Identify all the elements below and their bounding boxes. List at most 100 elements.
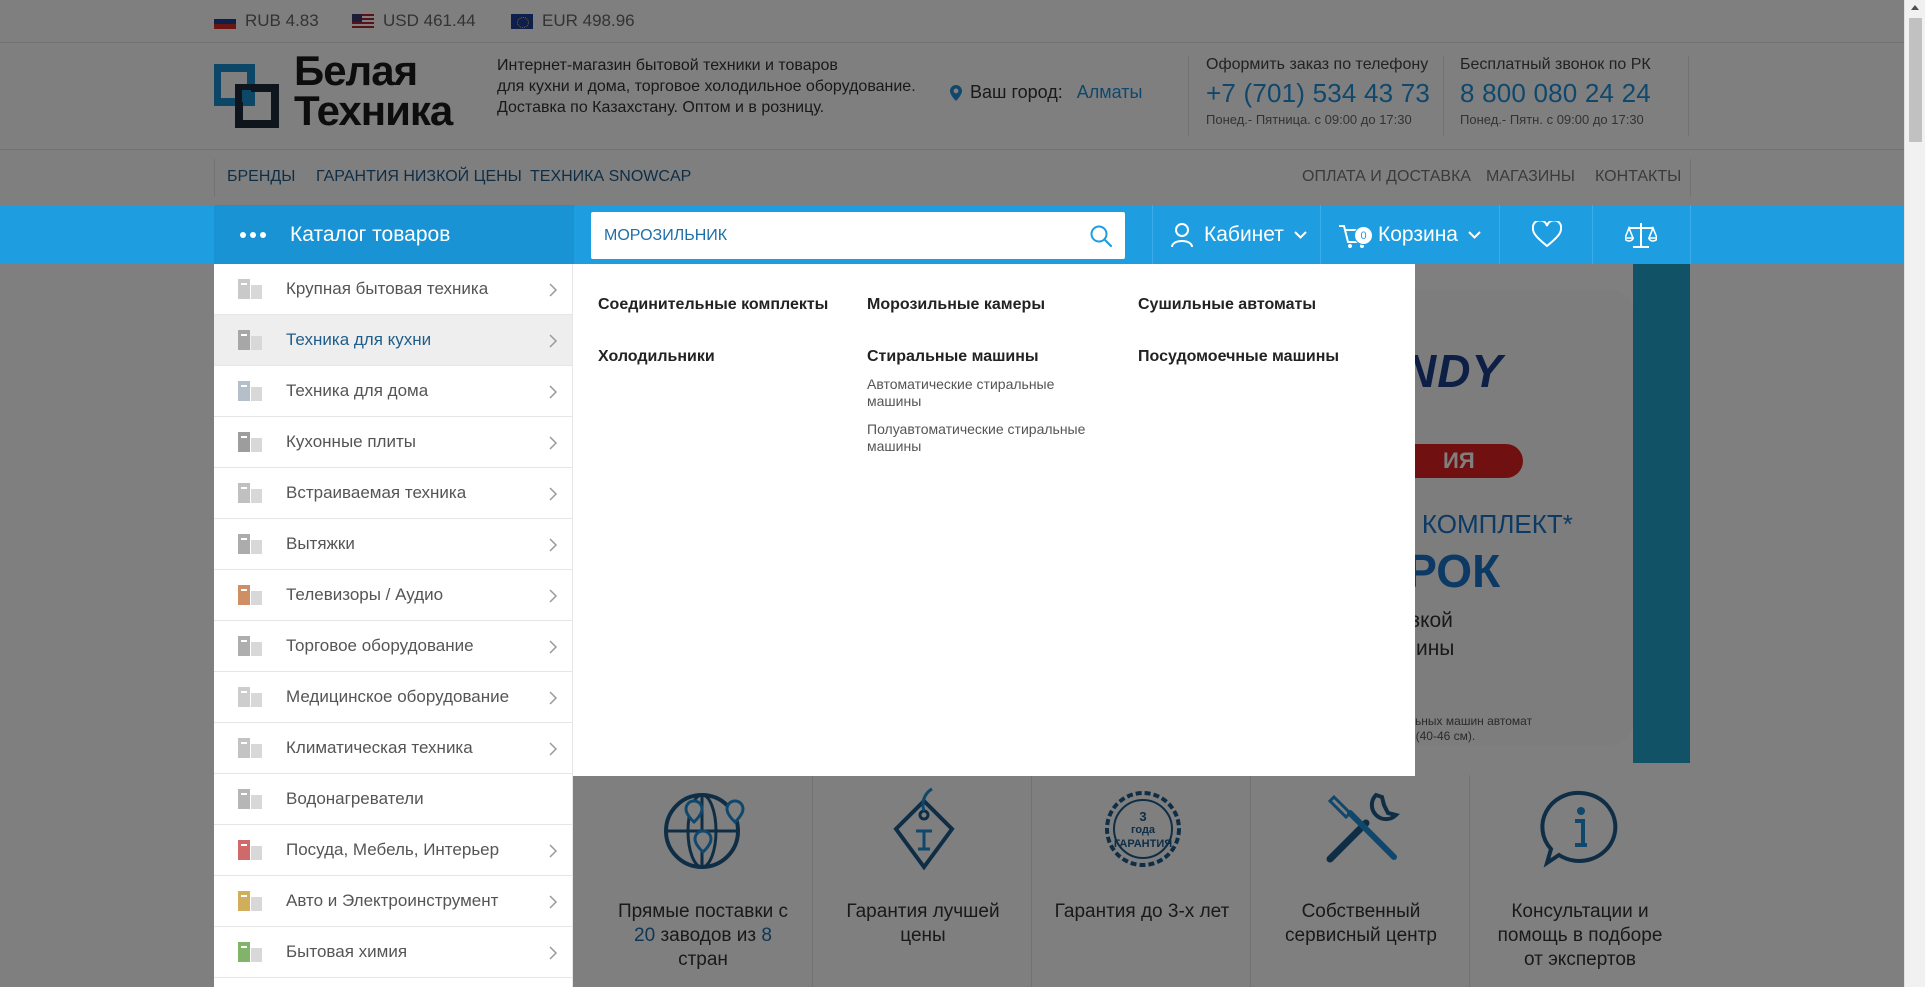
home-appliances-icon — [234, 377, 266, 405]
sidebar-item-label: Посуда, Мебель, Интерьер — [286, 840, 500, 859]
nav-snowcap[interactable]: Техника SNOWCAP — [530, 168, 691, 186]
cart-count-badge: 0 — [1354, 225, 1373, 245]
climate-icon — [234, 734, 266, 762]
cabinet-button[interactable]: Кабинет — [1170, 205, 1307, 264]
banner-brand: NDY — [1403, 345, 1504, 397]
feature-text-part: Прямые поставки с — [617, 901, 789, 922]
cart-icon-wrap: 0 — [1338, 220, 1373, 250]
logo-line1: Белая — [294, 47, 418, 94]
slogan-line2: для кухни и дома, торговое холодильное о… — [497, 78, 916, 95]
catalog-button[interactable]: Каталог товаров — [214, 205, 574, 264]
feature-direct-supply-text: Прямые поставки с 20 заводов из 8 стран — [613, 900, 793, 972]
dropdown-link-washing-machines[interactable]: Стиральные машины — [867, 348, 1107, 376]
header-divider — [1688, 56, 1689, 136]
dropdown-link-connection-kits[interactable]: Соединительные комплекты — [598, 296, 838, 348]
warranty-badge-icon: 3 года ГАРАНТИЯ — [1105, 791, 1181, 867]
chevron-right-icon — [549, 333, 558, 348]
sidebar-item-label: Телевизоры / Аудио — [286, 585, 444, 604]
chevron-right-icon — [549, 537, 558, 552]
city-selector[interactable]: Ваш город: Алматы — [950, 82, 1142, 103]
sidebar-item[interactable]: Встраиваемая техника — [214, 468, 572, 519]
search-box — [591, 212, 1125, 259]
dropdown-link-dryers[interactable]: Сушильные автоматы — [1138, 296, 1378, 348]
scroll-up-icon[interactable] — [1911, 5, 1919, 10]
russia-flag-icon — [214, 13, 236, 29]
nav-divider — [214, 159, 215, 197]
heart-icon — [1532, 221, 1562, 248]
dropdown-link-dishwashers[interactable]: Посудомоечные машины — [1138, 348, 1378, 400]
currency-bar: RUB 4.83 USD 461.44 EUR 498.96 — [0, 0, 1904, 43]
dropdown-link-refrigerators[interactable]: Холодильники — [598, 348, 838, 400]
page-scrollbar[interactable] — [1904, 0, 1925, 987]
globe-pins-icon — [664, 793, 745, 869]
page: RUB 4.83 USD 461.44 EUR 498.96 Белая Тех… — [0, 0, 1925, 987]
logo-text: Белая Техника — [294, 47, 453, 134]
location-pin-icon — [950, 84, 962, 101]
large-appliances-icon — [234, 275, 266, 303]
sidebar-item[interactable]: Медицинское оборудование — [214, 672, 572, 723]
cart-button[interactable]: 0 Корзина — [1338, 205, 1481, 264]
sidebar-item[interactable]: Техника для кухни — [214, 315, 572, 366]
phone-order-number[interactable]: +7 (701) 534 43 73 — [1206, 78, 1430, 109]
logo[interactable]: Белая Техника — [214, 47, 466, 138]
sidebar-item[interactable]: Климатическая техника — [214, 723, 572, 774]
sidebar-item[interactable]: Вытяжки — [214, 519, 572, 570]
nav-divider — [1690, 159, 1691, 197]
slogan-line1: Интернет-магазин бытовой техники и товар… — [497, 57, 838, 74]
phone-order-hours: Понед.- Пятница. с 09:00 до 17:30 — [1206, 112, 1412, 127]
search-icon[interactable] — [1089, 224, 1113, 248]
logo-line2: Техника — [294, 87, 453, 134]
chevron-right-icon — [549, 945, 558, 960]
countries-count: 8 — [761, 925, 772, 946]
wishlist-button[interactable] — [1532, 205, 1562, 264]
dropdown-sublink-automatic[interactable]: Автоматические стиральные машины — [867, 376, 1107, 410]
nav-contacts[interactable]: Контакты — [1595, 168, 1681, 186]
nav-brands[interactable]: Бренды — [227, 168, 295, 186]
chemistry-icon — [234, 938, 266, 966]
sidebar-item[interactable]: Водонагреватели — [214, 774, 572, 825]
sidebar-item[interactable]: Торговое оборудование — [214, 621, 572, 672]
features-strip: Прямые поставки с 20 заводов из 8 стран … — [593, 775, 1690, 987]
feature-text-part: стран — [678, 949, 728, 970]
sidebar-item[interactable]: Техника для дома — [214, 366, 572, 417]
currency-usd-label: USD 461.44 — [383, 11, 476, 30]
feature-text-part: заводов из — [655, 925, 762, 946]
commercial-icon — [234, 632, 266, 660]
stove-icon — [234, 428, 266, 456]
phone-free-number[interactable]: 8 800 080 24 24 — [1460, 78, 1651, 109]
search-input[interactable] — [591, 212, 1071, 259]
slogan-line3: Доставка по Казахстану. Оптом и в розниц… — [497, 99, 825, 116]
header: Белая Техника Интернет-магазин бытовой т… — [0, 44, 1904, 150]
dropdown-link-freezers[interactable]: Морозильные камеры — [867, 296, 1107, 348]
feature-warranty-text: Гарантия до 3-х лет — [1054, 901, 1230, 922]
sidebar-item-label: Вытяжки — [286, 534, 355, 553]
city-label: Ваш город: — [970, 82, 1063, 102]
sidebar-item-label: Техника для дома — [286, 381, 429, 400]
toolbar-divider — [1320, 205, 1321, 264]
sidebar-item-label: Климатическая техника — [286, 738, 473, 757]
scrollbar-thumb[interactable] — [1909, 18, 1922, 142]
compare-button[interactable] — [1625, 205, 1657, 264]
header-divider — [1188, 56, 1189, 136]
dropdown-sublink-semi-automatic[interactable]: Полуавтоматические стиральные машины — [867, 421, 1107, 455]
currency-rub: RUB 4.83 — [214, 11, 319, 31]
sidebar-item[interactable]: Крупная бытовая техника — [214, 264, 572, 315]
sidebar-item-label: Встраиваемая техника — [286, 483, 467, 502]
info-bubble-icon — [1540, 790, 1618, 868]
sidebar-item[interactable]: Авто и Электроинструмент — [214, 876, 572, 927]
currency-eur: EUR 498.96 — [511, 11, 635, 31]
nav-payment-delivery[interactable]: Оплата и доставка — [1302, 168, 1471, 186]
nav-low-price-guarantee[interactable]: Гарантия низкой цены — [316, 168, 522, 186]
sidebar-item-label: Авто и Электроинструмент — [286, 891, 499, 910]
sidebar-item[interactable]: Посуда, Мебель, Интерьер — [214, 825, 572, 876]
sidebar-item[interactable]: Кухонные плиты — [214, 417, 572, 468]
phone-free-hours: Понед.- Пятн. с 09:00 до 17:30 — [1460, 112, 1644, 127]
phone-free-caption: Бесплатный звонок по РК — [1460, 56, 1651, 73]
nav-stores[interactable]: Магазины — [1486, 168, 1575, 186]
price-tag-icon — [893, 787, 955, 871]
chevron-down-icon — [1468, 230, 1481, 239]
tools-icon — [234, 887, 266, 915]
sidebar-item[interactable]: Телевизоры / Аудио — [214, 570, 572, 621]
sidebar-item[interactable]: Бытовая химия — [214, 927, 572, 978]
city-name[interactable]: Алматы — [1077, 82, 1143, 103]
